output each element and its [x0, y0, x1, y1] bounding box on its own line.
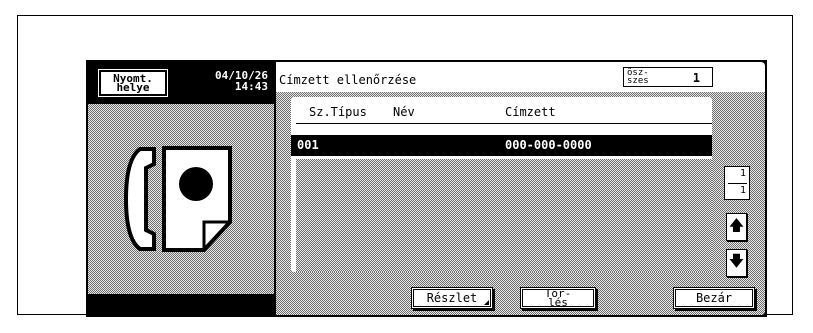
total-count-value: 1	[692, 71, 700, 85]
left-bottom-bar	[88, 294, 274, 315]
total-label-line2: szes	[627, 76, 649, 86]
close-button[interactable]: Bezár	[673, 287, 755, 309]
delete-button[interactable]: Tör- lés	[520, 287, 596, 309]
date-time: 04/10/26 14:43	[186, 70, 268, 92]
column-header-recipient: Címzett	[505, 105, 556, 119]
total-count-box: ösz- szes 1	[623, 67, 713, 87]
list-empty-area	[296, 159, 712, 272]
fax-mode-area	[88, 104, 274, 294]
corner-mark-icon	[484, 300, 489, 305]
scroll-up-button[interactable]: 🡅	[726, 213, 747, 241]
left-panel: Nyomt. helye 04/10/26 14:43	[88, 62, 274, 315]
page-separator	[728, 183, 747, 184]
page-title: Címzett ellenőrzése	[279, 73, 417, 87]
time-text: 14:43	[234, 80, 268, 93]
scroll-down-button[interactable]: 🡇	[726, 249, 747, 277]
total-label: ösz- szes	[627, 69, 649, 86]
details-button[interactable]: Részlet	[411, 287, 493, 309]
fax-machine-icon	[124, 146, 232, 252]
row-recipient: 000-000-0000	[505, 138, 592, 152]
print-location-button[interactable]: Nyomt. helye	[98, 69, 168, 97]
outer-frame: Nyomt. helye 04/10/26 14:43 Címzett elle…	[17, 15, 793, 317]
delete-label-line2: lés	[548, 296, 568, 309]
arrow-down-icon: 🡇	[728, 251, 745, 270]
control-panel-screen: Nyomt. helye 04/10/26 14:43 Címzett elle…	[86, 60, 767, 317]
header-divider	[296, 123, 712, 124]
page-total: 1	[739, 185, 746, 196]
page-current: 1	[739, 168, 746, 179]
status-bar: Nyomt. helye 04/10/26 14:43	[88, 62, 274, 102]
details-button-label: Részlet	[426, 291, 478, 305]
table-row[interactable]: 001 000-000-0000	[291, 135, 712, 156]
column-header-number-type: Sz.Típus	[309, 105, 367, 119]
list-area: Sz.Típus Név Címzett 001 000-000-0000 1	[276, 92, 765, 315]
row-number: 001	[297, 138, 319, 152]
recipient-list: Sz.Típus Név Címzett 001 000-000-0000	[291, 97, 712, 272]
close-button-label: Bezár	[695, 291, 733, 305]
print-button-line2: helye	[116, 81, 150, 94]
recipient-check-panel: Címzett ellenőrzése ösz- szes 1 Sz.Típus…	[276, 62, 765, 315]
arrow-up-icon: 🡅	[728, 215, 745, 234]
page-indicator: 1 1	[724, 166, 750, 200]
column-header-name: Név	[393, 105, 415, 119]
